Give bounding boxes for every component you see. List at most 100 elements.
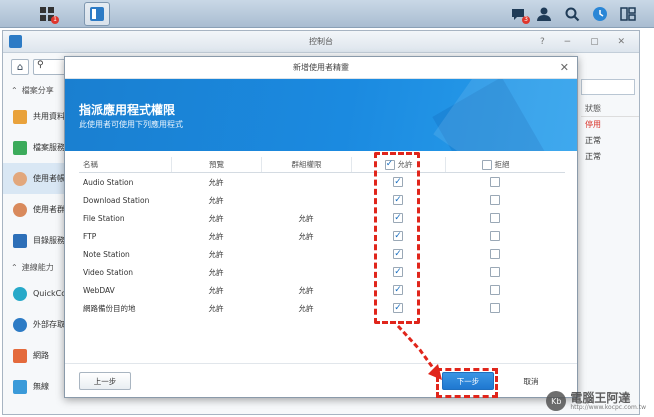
table-row: 網路備份目的地 允許 允許 ✓ — [79, 299, 565, 317]
app-name: Download Station — [83, 195, 150, 205]
user-filter-input[interactable] — [581, 79, 635, 95]
cancel-button[interactable]: 取消 — [505, 372, 557, 390]
sidebar-item-network[interactable]: 網路 — [3, 340, 65, 371]
wifi-icon — [13, 379, 27, 394]
sidebar-item-file-services[interactable]: 檔案服務 — [3, 132, 65, 163]
control-panel-icon — [90, 7, 104, 21]
deny-checkbox[interactable] — [490, 213, 500, 223]
user-button[interactable] — [534, 4, 554, 24]
table-row: File Station 允許 允許 ✓ — [79, 209, 565, 227]
wizard-title: 新增使用者精靈 — [293, 63, 349, 72]
status-column-header: 狀態 — [581, 101, 639, 117]
next-button-highlight — [436, 368, 498, 398]
column-header-name[interactable]: 名稱 — [79, 157, 171, 172]
control-panel-taskbar-button[interactable] — [84, 2, 110, 26]
deny-cell — [445, 195, 545, 205]
layout-icon — [620, 7, 636, 21]
chevron-up-icon: ⌃ — [11, 85, 18, 95]
table-row: FTP 允許 允許 ✓ — [79, 227, 565, 245]
control-panel-title: 控制台 — [309, 37, 333, 46]
folder-icon — [13, 109, 27, 124]
preview-cell: 允許 — [208, 303, 224, 313]
group-permission-cell: 允許 — [298, 285, 314, 295]
deny-all-checkbox[interactable] — [481, 159, 492, 170]
deny-checkbox[interactable] — [490, 177, 500, 187]
group-icon — [13, 202, 27, 217]
status-cell: 正常 — [585, 136, 601, 145]
sidebar-section-connect[interactable]: ⌃ 連線能力 — [3, 256, 65, 278]
sidebar-section-file[interactable]: ⌃ 檔案分享 — [3, 79, 65, 101]
app-name: 網路備份目的地 — [83, 303, 136, 313]
user-list-partial: 狀態 停用 正常 正常 — [581, 79, 639, 165]
wizard-heading: 指派應用程式權限 — [79, 103, 176, 117]
create-user-wizard: 新增使用者精靈 ✕ 指派應用程式權限 此使用者可使用下列應用程式 名稱 預覽 群… — [64, 56, 578, 398]
sidebar-item-shared-folder[interactable]: 共用資料夾 — [3, 101, 73, 132]
widgets-button[interactable] — [590, 4, 610, 24]
column-header-group[interactable]: 群組權限 — [261, 157, 351, 172]
sidebar-item-group[interactable]: 使用者群組 — [3, 194, 73, 225]
watermark: Kb 電腦王阿達 http://www.kocpc.com.tw — [546, 391, 646, 411]
user-icon — [537, 7, 551, 21]
table-row: Download Station 允許 ✓ — [79, 191, 565, 209]
globe-icon — [13, 317, 27, 332]
network-icon — [13, 348, 27, 363]
sidebar-item-quickconnect[interactable]: QuickConnect — [3, 278, 89, 309]
search-button[interactable] — [562, 4, 582, 24]
app-name: FTP — [83, 231, 97, 241]
table-row: WebDAV 允許 允許 ✓ — [79, 281, 565, 299]
deny-cell — [445, 249, 545, 259]
app-name: Video Station — [83, 267, 134, 277]
control-panel-app-icon — [9, 35, 22, 48]
table-row: Audio Station 允許 ✓ — [79, 173, 565, 191]
column-header-preview[interactable]: 預覽 — [171, 157, 261, 172]
app-name: Audio Station — [83, 177, 134, 187]
deny-cell — [445, 213, 545, 223]
app-name: WebDAV — [83, 285, 115, 295]
sidebar-item-external-access[interactable]: 外部存取 — [3, 309, 65, 340]
table-row: Video Station 允許 ✓ — [79, 263, 565, 281]
message-badge: 3 — [522, 16, 530, 24]
taskbar: 1 3 — [0, 0, 654, 28]
sidebar-item-directory[interactable]: 目錄服務 — [3, 225, 65, 256]
status-cell: 停用 — [585, 120, 601, 129]
notification-badge: 1 — [51, 16, 59, 24]
table-header: 名稱 預覽 群組權限 ✓ 允許 拒絕 — [79, 157, 565, 173]
search-icon — [565, 7, 580, 22]
wizard-footer: 上一步 下一步 取消 — [65, 363, 577, 397]
deny-checkbox[interactable] — [490, 285, 500, 295]
watermark-title: 電腦王阿達 — [570, 390, 631, 405]
banner-decoration — [433, 79, 577, 151]
deny-cell — [445, 231, 545, 241]
table-body: Audio Station 允許 ✓ Download Station 允許 ✓ File … — [79, 173, 565, 317]
app-name: File Station — [83, 213, 125, 223]
preview-cell: 允許 — [208, 213, 224, 223]
deny-checkbox[interactable] — [490, 249, 500, 259]
home-button[interactable]: ⌂ — [11, 59, 29, 75]
chevron-up-icon: ⌃ — [11, 262, 18, 272]
desktop-button[interactable] — [618, 4, 638, 24]
user-icon — [13, 171, 27, 186]
app-name: Note Station — [83, 249, 130, 259]
app-permission-table: 名稱 預覽 群組權限 ✓ 允許 拒絕 Audio Station 允許 ✓ Downl… — [79, 157, 565, 317]
search-icon: ⚲ — [37, 60, 44, 70]
preview-cell: 允許 — [208, 177, 224, 187]
wizard-titlebar: 新增使用者精靈 ✕ — [65, 57, 577, 79]
share-icon — [13, 140, 27, 155]
watermark-url: http://www.kocpc.com.tw — [570, 403, 646, 411]
deny-cell — [445, 177, 545, 187]
previous-button[interactable]: 上一步 — [79, 372, 131, 390]
deny-checkbox[interactable] — [490, 231, 500, 241]
sidebar-item-user[interactable]: 使用者帳號 — [3, 163, 73, 194]
deny-checkbox[interactable] — [490, 195, 500, 205]
window-controls[interactable]: ? − ▢ ✕ — [540, 31, 633, 53]
table-row: Note Station 允許 ✓ — [79, 245, 565, 263]
deny-checkbox[interactable] — [490, 267, 500, 277]
home-icon: ⌂ — [16, 61, 24, 73]
messages-button[interactable]: 3 — [508, 4, 530, 24]
wizard-banner: 指派應用程式權限 此使用者可使用下列應用程式 — [65, 79, 577, 151]
main-menu-button[interactable]: 1 — [34, 2, 60, 26]
group-permission-cell: 允許 — [298, 303, 314, 313]
deny-checkbox[interactable] — [490, 303, 500, 313]
close-icon[interactable]: ✕ — [560, 57, 569, 79]
sidebar-item-wireless[interactable]: 無線 — [3, 371, 65, 402]
